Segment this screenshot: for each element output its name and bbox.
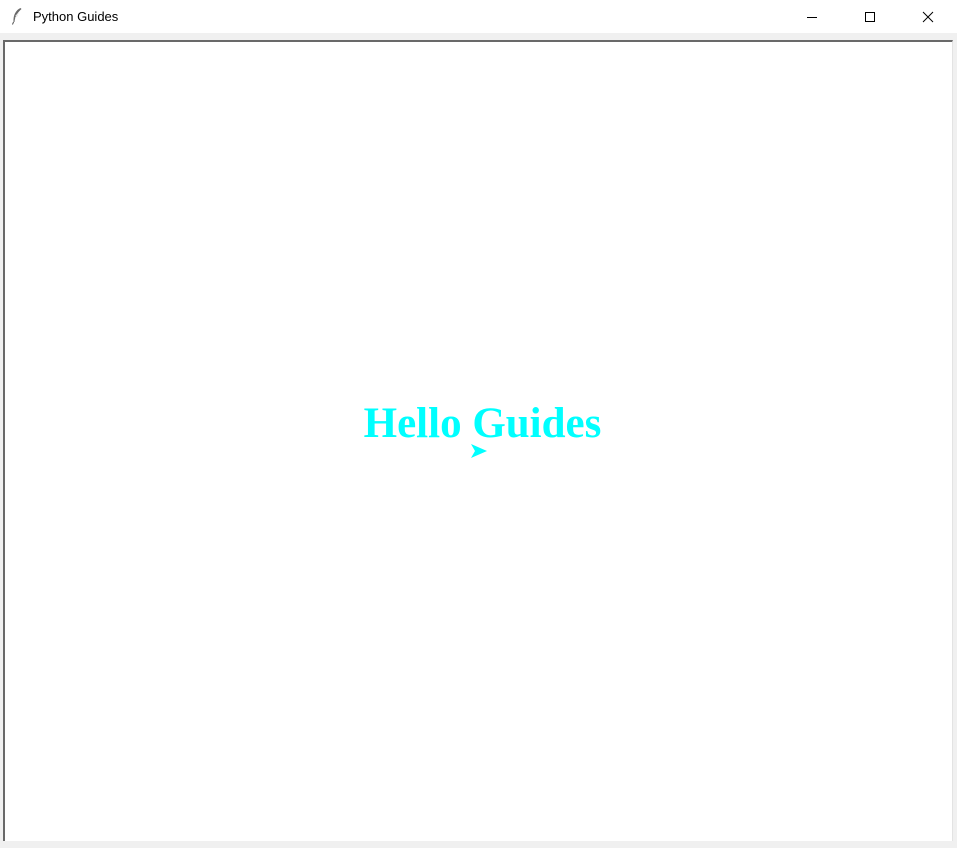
maximize-icon: [865, 11, 875, 22]
window-client-area: Hello Guides: [0, 33, 957, 848]
canvas-text: Hello Guides: [363, 400, 602, 447]
title-bar[interactable]: Python Guides: [0, 0, 957, 33]
window-bottom-edge: [0, 841, 957, 848]
window-title: Python Guides: [33, 9, 119, 24]
feather-icon: [12, 8, 22, 25]
app-window: Python Guides Hello Guides: [0, 0, 957, 848]
arrow-right-icon: [471, 444, 487, 458]
maximize-button[interactable]: [841, 0, 899, 33]
minimize-icon: [807, 16, 817, 18]
close-button[interactable]: [899, 0, 957, 33]
canvas[interactable]: Hello Guides: [3, 40, 953, 842]
close-icon: [922, 11, 934, 22]
minimize-button[interactable]: [783, 0, 841, 33]
